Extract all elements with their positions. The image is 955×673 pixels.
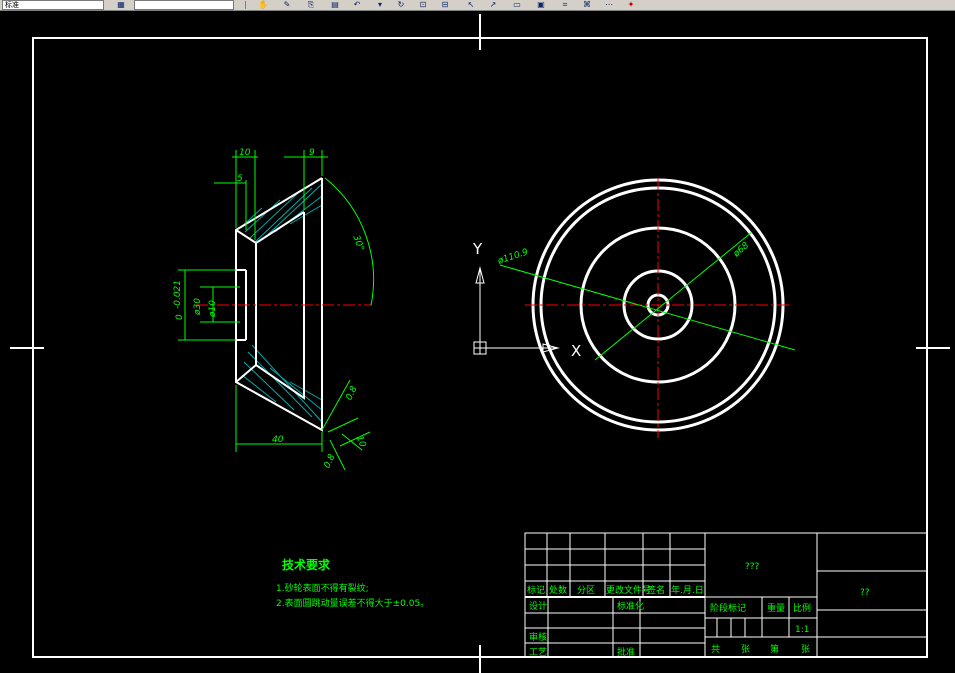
dim-tol-30: -0.021	[173, 280, 183, 309]
section-view: 10 9 5 30° ø30 -0.021 0 ø10 40 0.8 10 0.…	[173, 148, 375, 471]
zoom-window-icon[interactable]: ⊡	[418, 0, 428, 9]
dim-bottom-40: 40	[272, 435, 284, 445]
tech-req-title: 技术要求	[282, 557, 331, 572]
calculator-icon[interactable]: ✦	[626, 0, 636, 9]
label-change-doc: 更改文件号	[606, 584, 651, 596]
match-properties-icon[interactable]: ✎	[282, 0, 292, 9]
label-stage-mark: 阶段标记	[710, 602, 746, 614]
drawing-canvas[interactable]: 10 9 5 30° ø30 -0.021 0 ø10 40 0.8 10 0.…	[0, 11, 955, 673]
label-signature: 签名	[647, 584, 665, 596]
markup-icon[interactable]: ⋯	[604, 0, 614, 9]
label-zone: 分区	[577, 585, 595, 596]
dim-0-8-a: 0.8	[344, 385, 359, 402]
dim-angle-30: 30°	[350, 234, 365, 252]
tech-req-line-2: 2.表面圆跳动量误差不得大于±0.05。	[276, 597, 429, 609]
dim-dia-110-9: ø110.9	[496, 247, 530, 267]
copy-icon[interactable]: ⎘	[306, 0, 316, 9]
part-name: ???	[745, 562, 760, 572]
label-approve: 批准	[617, 646, 635, 658]
table-icon[interactable]: ▦	[116, 0, 126, 9]
design-center-icon[interactable]: ▣	[536, 0, 546, 9]
dim-dia-10: ø10	[208, 300, 218, 318]
cad-toolbar: 标准 ▦ ✋ ✎ ⎘ ▤ ↶ ▾ ↻ ⊡ ⊟ ↖ ↗ ▭ ▣ ⌗ ⌘ ⋯ ✦	[0, 0, 955, 11]
front-view: ø110.9 ø68	[496, 178, 796, 438]
label-mark: 标记	[527, 584, 545, 596]
label-sheets: 张	[741, 644, 750, 655]
tech-req-line-1: 1.砂轮表面不得有裂纹;	[276, 582, 369, 594]
company-name: ??	[860, 588, 870, 598]
zoom-previous-icon[interactable]: ⊟	[440, 0, 450, 9]
label-total: 共	[711, 644, 720, 655]
dim-top-9: 9	[309, 148, 315, 158]
dim-0-8-b: 0.8	[322, 453, 337, 470]
dim-10-b: 10	[354, 435, 367, 449]
title-block: ??? ?? 标记 处数 分区 更改文件号 签名 年.月.日 设计 标准化 审核…	[524, 532, 928, 658]
label-count: 处数	[549, 584, 567, 596]
label-weight: 重量	[767, 602, 785, 614]
dim-top-10: 10	[239, 148, 251, 158]
sheet-set-icon[interactable]: ⌘	[582, 0, 592, 9]
properties-icon[interactable]: ▭	[512, 0, 522, 9]
undo-icon[interactable]: ↶	[352, 0, 362, 9]
scale-value: 1:1	[795, 625, 809, 635]
dropdown-arrow-icon[interactable]: ▾	[375, 0, 385, 9]
paste-icon[interactable]: ▤	[330, 0, 340, 9]
technical-requirements: 技术要求 1.砂轮表面不得有裂纹; 2.表面圆跳动量误差不得大于±0.05。	[276, 557, 429, 609]
toolbar-separator	[245, 1, 246, 9]
layer-dropdown[interactable]: 标准	[2, 0, 104, 10]
label-standardize: 标准化	[617, 600, 644, 612]
label-date: 年.月.日	[671, 584, 704, 596]
dim-dia-68: ø68	[731, 241, 751, 260]
pointer-icon[interactable]: ↖	[466, 0, 476, 9]
label-sheet-suffix: 张	[801, 644, 810, 655]
tool-palette-icon[interactable]: ⌗	[560, 0, 570, 9]
dim-tol-30-zero: 0	[175, 314, 185, 320]
dim-5: 5	[237, 174, 243, 184]
ucs-y-label: Y	[472, 240, 483, 258]
ucs-x-label: X	[571, 342, 581, 360]
label-process: 工艺	[529, 647, 547, 658]
label-scale: 比例	[793, 602, 811, 614]
dim-dia-30: ø30	[193, 298, 203, 316]
style-dropdown[interactable]	[134, 0, 234, 10]
arrow-icon[interactable]: ↗	[488, 0, 498, 9]
pan-icon[interactable]: ✋	[258, 0, 268, 9]
label-review: 审核	[529, 631, 547, 643]
redo-icon[interactable]: ↻	[396, 0, 406, 9]
label-page: 第	[770, 643, 779, 655]
ucs-icon: Y X	[472, 240, 581, 360]
label-design: 设计	[529, 600, 547, 612]
